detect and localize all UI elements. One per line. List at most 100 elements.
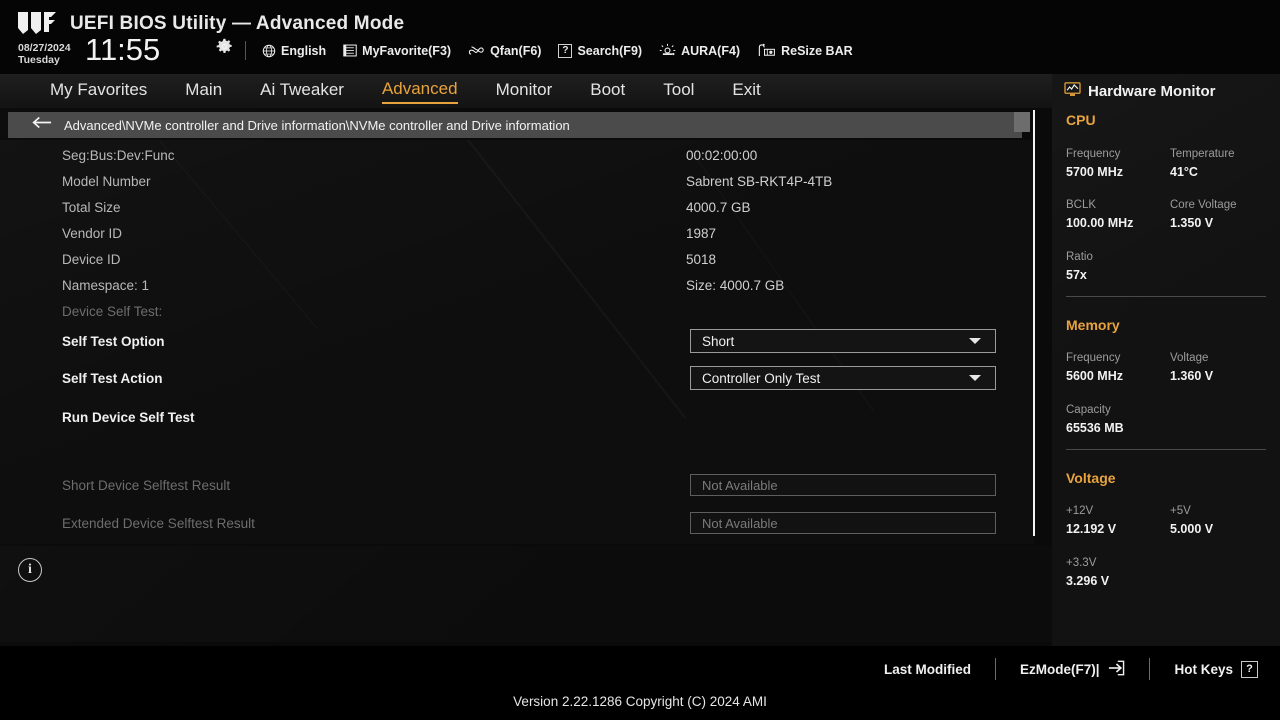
search-label: Search(F9) xyxy=(577,43,643,58)
question-box-icon: ? xyxy=(1241,660,1258,678)
search-button[interactable]: ? Search(F9) xyxy=(558,43,643,58)
hardware-monitor-title-text: Hardware Monitor xyxy=(1088,83,1216,100)
hwm-value-mem-voltage: 1.360 V xyxy=(1170,369,1214,383)
hwm-key-capacity: Capacity xyxy=(1066,404,1111,416)
header-divider xyxy=(245,41,246,60)
run-self-test-label: Run Device Self Test xyxy=(62,409,195,425)
hwm-value-core-voltage: 1.350 V xyxy=(1170,216,1214,230)
myfavorite-label: MyFavorite(F3) xyxy=(362,43,452,58)
row-label: Namespace: 1 xyxy=(62,277,150,293)
hwm-key-bclk: BCLK xyxy=(1066,199,1097,211)
run-self-test-row[interactable]: Run Device Self Test xyxy=(0,404,1020,430)
nav-tab-monitor[interactable]: Monitor xyxy=(496,80,553,103)
system-clock: 11:55 xyxy=(85,32,161,67)
hwm-value-bclk: 100.00 MHz xyxy=(1066,216,1134,230)
chevron-down-icon xyxy=(969,338,981,344)
last-modified-button[interactable]: Last Modified xyxy=(860,662,995,677)
self-test-option-row: Self Test Option Short xyxy=(0,328,1020,354)
gear-icon[interactable] xyxy=(216,38,233,55)
exit-arrow-icon xyxy=(1107,660,1125,679)
footer-actions: Last Modified EzMode(F7)| Hot Keys ? xyxy=(860,658,1258,680)
monitor-icon xyxy=(1064,82,1081,101)
chevron-down-icon xyxy=(969,375,981,381)
hwm-section-memory: Memory xyxy=(1066,317,1120,333)
version-text: Version 2.22.1286 Copyright (C) 2024 AMI xyxy=(513,694,767,709)
row-label: Total Size xyxy=(62,199,121,215)
language-label: English xyxy=(281,43,327,58)
ezmode-label: EzMode(F7)| xyxy=(1019,661,1100,677)
breadcrumb[interactable]: Advanced\NVMe controller and Drive infor… xyxy=(8,112,1022,138)
hotkeys-button[interactable]: Hot Keys ? xyxy=(1150,660,1258,678)
hwm-value-cpu-frequency: 5700 MHz xyxy=(1066,165,1123,179)
table-row: Total Size 4000.7 GB xyxy=(0,194,1020,220)
nav-tab-ai-tweaker[interactable]: Ai Tweaker xyxy=(260,80,344,103)
nav-tab-my-favorites[interactable]: My Favorites xyxy=(50,80,147,103)
resize-bar-button[interactable]: ReSize BAR xyxy=(757,43,853,58)
tuf-gaming-logo-icon xyxy=(16,10,60,36)
hwm-value-5v: 5.000 V xyxy=(1170,522,1214,536)
self-test-action-value: Controller Only Test xyxy=(702,370,821,386)
nav-tab-exit[interactable]: Exit xyxy=(732,80,760,103)
info-circle-icon[interactable]: i xyxy=(18,558,42,582)
nav-tab-tool[interactable]: Tool xyxy=(663,80,694,103)
last-modified-label: Last Modified xyxy=(883,661,971,677)
ezmode-button[interactable]: EzMode(F7)| xyxy=(996,660,1150,679)
hotkeys-label: Hot Keys xyxy=(1174,661,1233,677)
row-value: 1987 xyxy=(686,225,717,241)
row-label: Vendor ID xyxy=(62,225,123,241)
table-row: Model Number Sabrent SB-RKT4P-4TB xyxy=(0,168,1020,194)
extended-result-value: Not Available xyxy=(702,515,778,531)
qfan-label: Qfan(F6) xyxy=(490,43,542,58)
self-test-header: Device Self Test: xyxy=(62,303,163,319)
short-result-field: Not Available xyxy=(690,474,996,496)
nav-tab-advanced[interactable]: Advanced xyxy=(381,79,458,104)
nav-tab-boot[interactable]: Boot xyxy=(590,80,625,103)
back-arrow-icon[interactable] xyxy=(32,116,52,134)
short-result-label: Short Device Selftest Result xyxy=(62,477,231,493)
panel-scrollbar-track[interactable] xyxy=(1033,110,1035,536)
qfan-button[interactable]: Qfan(F6) xyxy=(468,44,541,58)
hwm-value-mem-frequency: 5600 MHz xyxy=(1066,369,1123,383)
panel-scrollbar-thumb[interactable] xyxy=(1014,112,1030,132)
row-value: Sabrent SB-RKT4P-4TB xyxy=(686,173,833,189)
breadcrumb-path: Advanced\NVMe controller and Drive infor… xyxy=(64,117,570,133)
hwm-value-12v: 12.192 V xyxy=(1066,522,1117,536)
settings-panel: Seg:Bus:Dev:Func 00:02:00:00 Model Numbe… xyxy=(0,140,1034,544)
weekday-value: Tuesday xyxy=(18,54,60,66)
aura-label: AURA(F4) xyxy=(681,43,741,58)
self-test-option-dropdown[interactable]: Short xyxy=(690,329,996,353)
hwm-key-3v3: +3.3V xyxy=(1066,557,1097,569)
row-value: Size: 4000.7 GB xyxy=(686,277,785,293)
hwm-key-core-voltage: Core Voltage xyxy=(1170,199,1237,211)
help-info-strip: i xyxy=(0,546,1052,642)
hwm-key-mem-voltage: Voltage xyxy=(1170,352,1209,364)
table-row: Namespace: 1 Size: 4000.7 GB xyxy=(0,272,1020,298)
myfavorite-button[interactable]: MyFavorite(F3) xyxy=(343,44,451,58)
header-bar: UEFI BIOS Utility — Advanced Mode 08/27/… xyxy=(0,0,1280,74)
hwm-value-ratio: 57x xyxy=(1066,268,1087,282)
bios-screen: UEFI BIOS Utility — Advanced Mode 08/27/… xyxy=(0,0,1280,720)
hwm-section-voltage: Voltage xyxy=(1066,470,1116,486)
hwm-value-3v3: 3.296 V xyxy=(1066,574,1110,588)
resize-bar-icon xyxy=(757,43,776,58)
main-nav-bar: My Favorites Main Ai Tweaker Advanced Mo… xyxy=(0,74,1052,108)
resize-bar-label: ReSize BAR xyxy=(781,43,853,58)
aura-button[interactable]: AURA(F4) xyxy=(659,43,740,58)
hwm-divider-cpu xyxy=(1066,296,1266,297)
hardware-monitor-title: Hardware Monitor xyxy=(1064,82,1216,101)
row-value: 4000.7 GB xyxy=(686,199,751,215)
language-button[interactable]: English xyxy=(262,44,326,58)
hwm-key-12v: +12V xyxy=(1066,505,1094,517)
hwm-section-cpu: CPU xyxy=(1066,112,1096,128)
hwm-value-capacity: 65536 MB xyxy=(1066,421,1124,435)
hwm-key-mem-frequency: Frequency xyxy=(1066,352,1121,364)
nav-tab-main[interactable]: Main xyxy=(185,80,222,103)
system-date: 08/27/2024 Tuesday xyxy=(18,42,71,66)
row-label: Seg:Bus:Dev:Func xyxy=(62,147,175,163)
hwm-key-5v: +5V xyxy=(1170,505,1191,517)
hwm-key-cpu-temperature: Temperature xyxy=(1170,148,1235,160)
hwm-value-cpu-temperature: 41°C xyxy=(1170,165,1198,179)
question-box-icon: ? xyxy=(558,43,573,58)
table-row: Vendor ID 1987 xyxy=(0,220,1020,246)
self-test-action-dropdown[interactable]: Controller Only Test xyxy=(690,366,996,390)
